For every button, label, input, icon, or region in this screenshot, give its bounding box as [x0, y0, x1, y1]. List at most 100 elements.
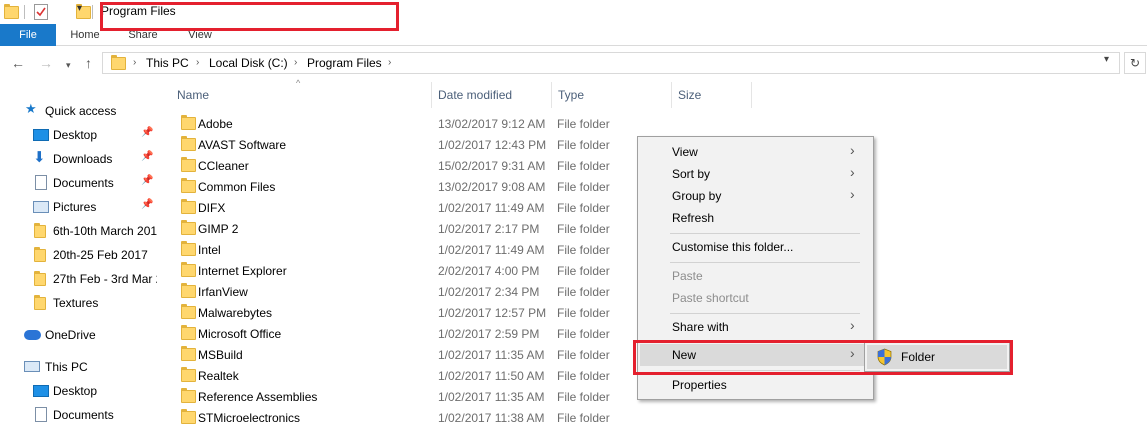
sidebar-item-documents[interactable]: Documents 📌	[0, 172, 160, 194]
list-item[interactable]: Microsoft Office 1/02/2017 2:59 PM File fo…	[175, 323, 625, 344]
list-item[interactable]: DIFX 1/02/2017 11:49 AM File folder	[175, 197, 625, 218]
sidebar-item-folder[interactable]: 20th-25 Feb 2017	[0, 244, 160, 266]
column-divider[interactable]	[551, 82, 552, 108]
pin-icon[interactable]: 📌	[141, 151, 153, 162]
menu-item-customise-folder[interactable]: Customise this folder...	[640, 236, 871, 258]
sidebar-item-label: Downloads	[53, 152, 113, 166]
file-name: Adobe	[198, 117, 233, 131]
recent-locations-icon[interactable]: ▾	[66, 57, 71, 73]
forward-icon[interactable]: →	[39, 55, 53, 71]
menu-item-label: Customise this folder...	[672, 240, 794, 254]
chevron-right-icon[interactable]: ›	[133, 56, 136, 70]
refresh-icon[interactable]: ↻	[1124, 52, 1146, 74]
downloads-icon: ⬇	[33, 149, 46, 166]
sidebar-item-label: Quick access	[45, 104, 117, 118]
pin-icon[interactable]: 📌	[141, 175, 153, 186]
customize-toolbar-icon[interactable]: ▾	[77, 3, 82, 14]
menu-item-label: Sort by	[672, 167, 711, 181]
list-item[interactable]: AVAST Software 1/02/2017 12:43 PM File fol…	[175, 134, 625, 155]
sidebar-item-label: Pictures	[53, 200, 97, 214]
list-item[interactable]: Malwarebytes 1/02/2017 12:57 PM File folde…	[175, 302, 625, 323]
file-type: File folder	[557, 138, 610, 152]
menu-item-share-with[interactable]: Share with ›	[640, 316, 871, 338]
list-item[interactable]: Common Files 13/02/2017 9:08 AM File folde…	[175, 176, 625, 197]
column-header-type[interactable]: Type	[558, 80, 668, 110]
breadcrumb-program-files[interactable]: Program Files	[307, 56, 382, 70]
up-icon[interactable]: ↑	[85, 55, 92, 71]
chevron-right-icon: ›	[850, 317, 855, 333]
sidebar-item-pc-documents[interactable]: Documents	[0, 404, 160, 424]
menu-item-refresh[interactable]: Refresh	[640, 207, 871, 229]
sidebar-item-label: 27th Feb - 3rd Mar 2	[53, 272, 157, 286]
sidebar-item-desktop[interactable]: Desktop 📌	[0, 124, 160, 146]
list-item[interactable]: STMicroelectronics 1/02/2017 11:38 AM File…	[175, 407, 625, 424]
pin-icon[interactable]: 📌	[141, 199, 153, 210]
file-type: File folder	[557, 285, 610, 299]
tab-file[interactable]: File	[0, 24, 56, 46]
pin-icon[interactable]: 📌	[141, 127, 153, 138]
list-item[interactable]: Intel 1/02/2017 11:49 AM File folder	[175, 239, 625, 260]
back-icon[interactable]: ←	[11, 55, 25, 71]
breadcrumb-local-disk[interactable]: Local Disk (C:)	[209, 56, 288, 70]
file-name: Reference Assemblies	[198, 390, 318, 404]
folder-icon	[181, 283, 196, 298]
file-type: File folder	[557, 117, 610, 131]
menu-item-properties[interactable]: Properties	[640, 374, 871, 396]
sidebar-item-pictures[interactable]: Pictures 📌	[0, 196, 160, 218]
sidebar-item-onedrive[interactable]: OneDrive	[0, 324, 160, 346]
menu-item-view[interactable]: View ›	[640, 141, 871, 163]
file-name: GIMP 2	[198, 222, 239, 236]
menu-item-paste-shortcut[interactable]: Paste shortcut	[640, 287, 871, 309]
sidebar-item-label: Documents	[53, 408, 114, 422]
folder-icon	[181, 199, 196, 214]
star-icon: ★	[25, 101, 37, 116]
sidebar-item-folder[interactable]: 6th-10th March 201	[0, 220, 160, 242]
separator	[92, 5, 93, 19]
column-header-name[interactable]: Name	[177, 80, 427, 110]
sidebar-item-downloads[interactable]: ⬇ Downloads 📌	[0, 148, 160, 170]
menu-item-group-by[interactable]: Group by ›	[640, 185, 871, 207]
folder-icon	[181, 157, 196, 172]
file-date: 1/02/2017 11:38 AM	[438, 411, 545, 424]
sidebar-item-pc-desktop[interactable]: Desktop	[0, 380, 160, 402]
list-item[interactable]: MSBuild 1/02/2017 11:35 AM File folder	[175, 344, 625, 365]
column-divider[interactable]	[431, 82, 432, 108]
menu-item-label: Group by	[672, 189, 722, 203]
list-item[interactable]: Adobe 13/02/2017 9:12 AM File folder	[175, 113, 625, 134]
sidebar-item-textures[interactable]: Textures	[0, 292, 160, 314]
address-bar[interactable]: › This PC › Local Disk (C:) › Program Fi…	[102, 52, 1120, 74]
list-item[interactable]: Reference Assemblies 1/02/2017 11:35 AM Fi…	[175, 386, 625, 407]
list-item[interactable]: Internet Explorer 2/02/2017 4:00 PM File f…	[175, 260, 625, 281]
chevron-right-icon[interactable]: ›	[388, 56, 391, 70]
menu-item-sort-by[interactable]: Sort by ›	[640, 163, 871, 185]
properties-icon[interactable]	[34, 4, 48, 20]
sidebar-item-quick-access[interactable]: ★ Quick access	[0, 100, 160, 122]
list-item[interactable]: Realtek 1/02/2017 11:50 AM File folder	[175, 365, 625, 386]
navigation-bar: ← → ▾ ↑ › This PC › Local Disk (C:) › Pr…	[0, 46, 1147, 80]
column-divider[interactable]	[751, 82, 752, 108]
column-header-size[interactable]: Size	[678, 80, 748, 110]
list-item[interactable]: IrfanView 1/02/2017 2:34 PM File folder	[175, 281, 625, 302]
list-item[interactable]: CCleaner 15/02/2017 9:31 AM File folder	[175, 155, 625, 176]
column-header-date[interactable]: Date modified	[438, 80, 548, 110]
folder-icon	[181, 115, 196, 130]
folder-icon	[34, 295, 46, 310]
chevron-right-icon[interactable]: ›	[294, 56, 297, 70]
menu-item-paste[interactable]: Paste	[640, 265, 871, 287]
file-date: 1/02/2017 11:35 AM	[438, 348, 545, 362]
breadcrumb-this-pc[interactable]: This PC	[146, 56, 189, 70]
column-divider[interactable]	[671, 82, 672, 108]
sidebar-item-label: Desktop	[53, 384, 98, 398]
sidebar-item-this-pc[interactable]: This PC	[0, 356, 160, 378]
navigation-pane: ★ Quick access Desktop 📌 ⬇ Downloads 📌 D…	[0, 80, 160, 424]
file-date: 15/02/2017 9:31 AM	[438, 159, 546, 173]
file-date: 1/02/2017 11:49 AM	[438, 201, 545, 215]
file-name: Common Files	[198, 180, 276, 194]
list-item[interactable]: GIMP 2 1/02/2017 2:17 PM File folder	[175, 218, 625, 239]
file-name: Malwarebytes	[198, 306, 273, 320]
chevron-right-icon[interactable]: ›	[196, 56, 199, 70]
folder-icon	[181, 220, 196, 235]
address-dropdown-icon[interactable]: ▾	[1104, 54, 1109, 65]
file-type: File folder	[557, 327, 610, 341]
sidebar-item-folder[interactable]: 27th Feb - 3rd Mar 2	[0, 268, 160, 290]
